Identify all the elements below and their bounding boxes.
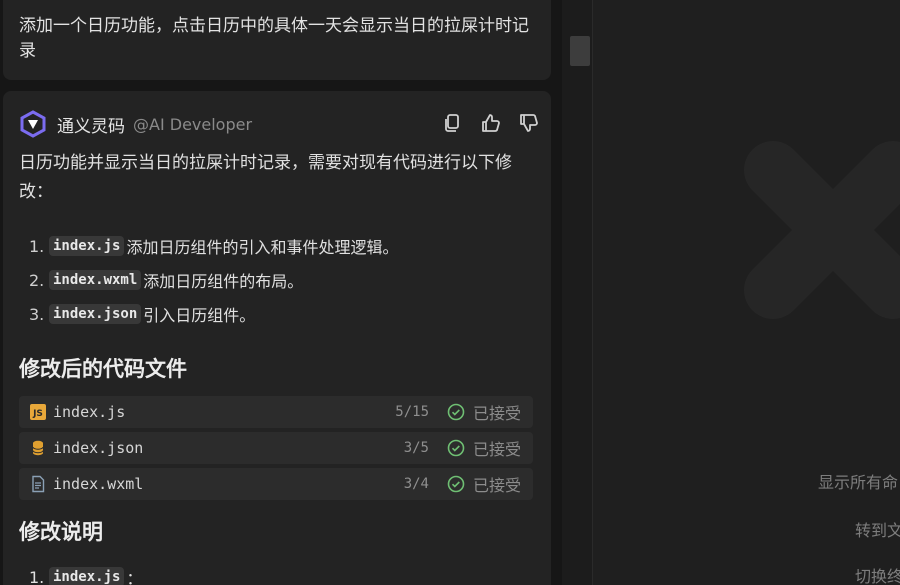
list-item: 3. index.json 引入日历组件。 [29, 304, 256, 325]
files-section-title: 修改后的代码文件 [19, 357, 187, 381]
status-badge: 已接受 [447, 400, 521, 424]
file-row-index-wxml[interactable]: index.wxml 3/4 已接受 [19, 468, 533, 500]
message-actions [441, 112, 539, 134]
copy-icon[interactable] [441, 112, 463, 134]
inline-code: index.wxml [49, 270, 142, 290]
user-message-text: 添加一个日历功能，点击日历中的具体一天会显示当日的拉屎计时记录 [19, 16, 529, 61]
wxml-file-icon [29, 475, 47, 493]
assistant-intro: 日历功能并显示当日的拉屎计时记录，需要对现有代码进行以下修改： [19, 153, 512, 202]
hint-show-all-commands[interactable]: 显示所有命 [818, 469, 898, 493]
assistant-handle: @AI Developer [133, 114, 253, 134]
assistant-message-card: 通义灵码 @AI Developer 日历功能并显示当日的拉屎计时记录，需要对现… [3, 91, 551, 585]
thumbs-down-icon[interactable] [517, 112, 539, 134]
inline-code: index.js [49, 236, 125, 256]
list-item: 1. index.js 添加日历组件的引入和事件处理逻辑。 [29, 236, 399, 257]
list-item: 1. index.js ： [29, 567, 143, 585]
thumbs-up-icon[interactable] [479, 112, 501, 134]
inline-code: index.js [49, 567, 125, 585]
status-badge: 已接受 [447, 436, 521, 460]
editor-empty-pane: 显示所有命 转到文 切换终 [593, 0, 900, 585]
file-row-index-js[interactable]: JS index.js 5/15 已接受 [19, 396, 533, 428]
check-circle-icon [447, 403, 465, 421]
notes-section-title: 修改说明 [19, 520, 103, 544]
inline-code: index.json [49, 304, 142, 324]
vscode-watermark-icon [743, 130, 900, 370]
json-file-icon [29, 439, 47, 457]
tongyi-logo-icon [19, 110, 47, 138]
check-circle-icon [447, 439, 465, 457]
modified-files-list: JS index.js 5/15 已接受 index.json 3/5 已接受 … [19, 396, 533, 504]
chat-scrollbar-thumb[interactable] [570, 36, 590, 66]
user-message-card: 添加一个日历功能，点击日历中的具体一天会显示当日的拉屎计时记录 [3, 0, 551, 80]
check-circle-icon [447, 475, 465, 493]
status-badge: 已接受 [447, 472, 521, 496]
list-item: 2. index.wxml 添加日历组件的布局。 [29, 270, 304, 291]
assistant-header: 通义灵码 @AI Developer [19, 109, 539, 139]
hint-go-to-file[interactable]: 转到文 [855, 517, 900, 541]
js-file-icon: JS [29, 403, 47, 421]
svg-text:JS: JS [32, 409, 43, 419]
chat-panel: 添加一个日历功能，点击日历中的具体一天会显示当日的拉屎计时记录 通义灵码 @AI… [0, 0, 562, 585]
hint-toggle-terminal[interactable]: 切换终 [855, 563, 900, 585]
file-row-index-json[interactable]: index.json 3/5 已接受 [19, 432, 533, 464]
change-steps-list: 1. index.js 添加日历组件的引入和事件处理逻辑。 2. index.w… [29, 229, 398, 331]
assistant-name: 通义灵码 [57, 116, 125, 137]
